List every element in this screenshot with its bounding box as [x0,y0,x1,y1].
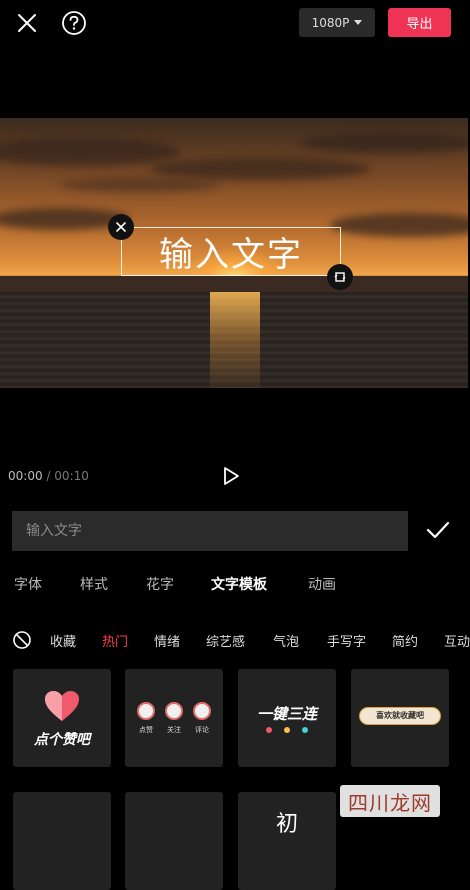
text-overlay-box[interactable]: 输入文字 [121,227,341,276]
category-variety[interactable]: 综艺感 [206,631,245,650]
category-bubble[interactable]: 气泡 [273,631,299,650]
text-tabs: 字体 样式 花字 文字模板 动画 [0,574,470,598]
category-handwriting[interactable]: 手写字 [327,631,366,650]
close-icon [116,222,126,232]
template-tile[interactable]: 点个赞吧 [13,669,111,767]
tab-animation[interactable]: 动画 [308,574,336,594]
tab-text-template[interactable]: 文字模板 [211,574,267,594]
heart-icon [45,691,79,721]
rotate-scale-handle[interactable] [327,264,353,290]
delete-text-handle[interactable] [108,214,134,240]
time-separator: / [46,469,51,483]
category-simple[interactable]: 简约 [392,631,418,650]
current-time: 00:00 [8,469,43,483]
total-time: 00:10 [54,469,89,483]
template-label: 初 [275,812,298,837]
overlay-text: 输入文字 [159,235,303,275]
template-sublabel: 评论 [195,726,209,734]
close-icon[interactable] [14,10,40,36]
no-style-icon[interactable] [12,630,32,654]
template-sublabel: 点赞 [139,726,153,734]
text-input-field[interactable] [12,511,408,551]
tab-font[interactable]: 字体 [14,574,42,594]
export-button[interactable]: 导出 [388,8,451,37]
tab-fancy-text[interactable]: 花字 [146,574,174,594]
template-label: 一键三连 [256,705,317,723]
resolution-label: 1080P [311,15,350,30]
rotate-icon [334,272,346,282]
template-tile[interactable]: 初 [238,792,336,890]
category-interactive[interactable]: 互动 [444,631,470,650]
template-sublabel: 关注 [167,726,181,734]
check-icon[interactable] [425,519,451,545]
chevron-down-icon [354,20,363,25]
template-tile[interactable]: 点赞 关注 评论 [125,669,223,767]
help-icon[interactable] [60,9,88,37]
tab-style[interactable]: 样式 [80,574,108,594]
template-categories: 收藏 热门 情绪 综艺感 气泡 手写字 简约 互动 [0,631,470,651]
template-label: 喜欢就收藏吧 [376,711,424,720]
watermark-logo: 四川龙网 [340,785,440,817]
category-favorites[interactable]: 收藏 [50,631,76,650]
play-icon[interactable] [222,466,240,490]
template-tile[interactable] [125,792,223,890]
category-hot[interactable]: 热门 [102,631,128,650]
resolution-dropdown[interactable]: 1080P [299,8,375,37]
template-tile[interactable] [13,792,111,890]
category-emotion[interactable]: 情绪 [154,631,180,650]
template-tile[interactable]: 喜欢就收藏吧 [351,669,449,767]
template-tile[interactable]: 一键三连 [238,669,336,767]
playback-time: 00:00 / 00:10 [8,469,89,483]
template-label: 点个赞吧 [34,732,90,748]
